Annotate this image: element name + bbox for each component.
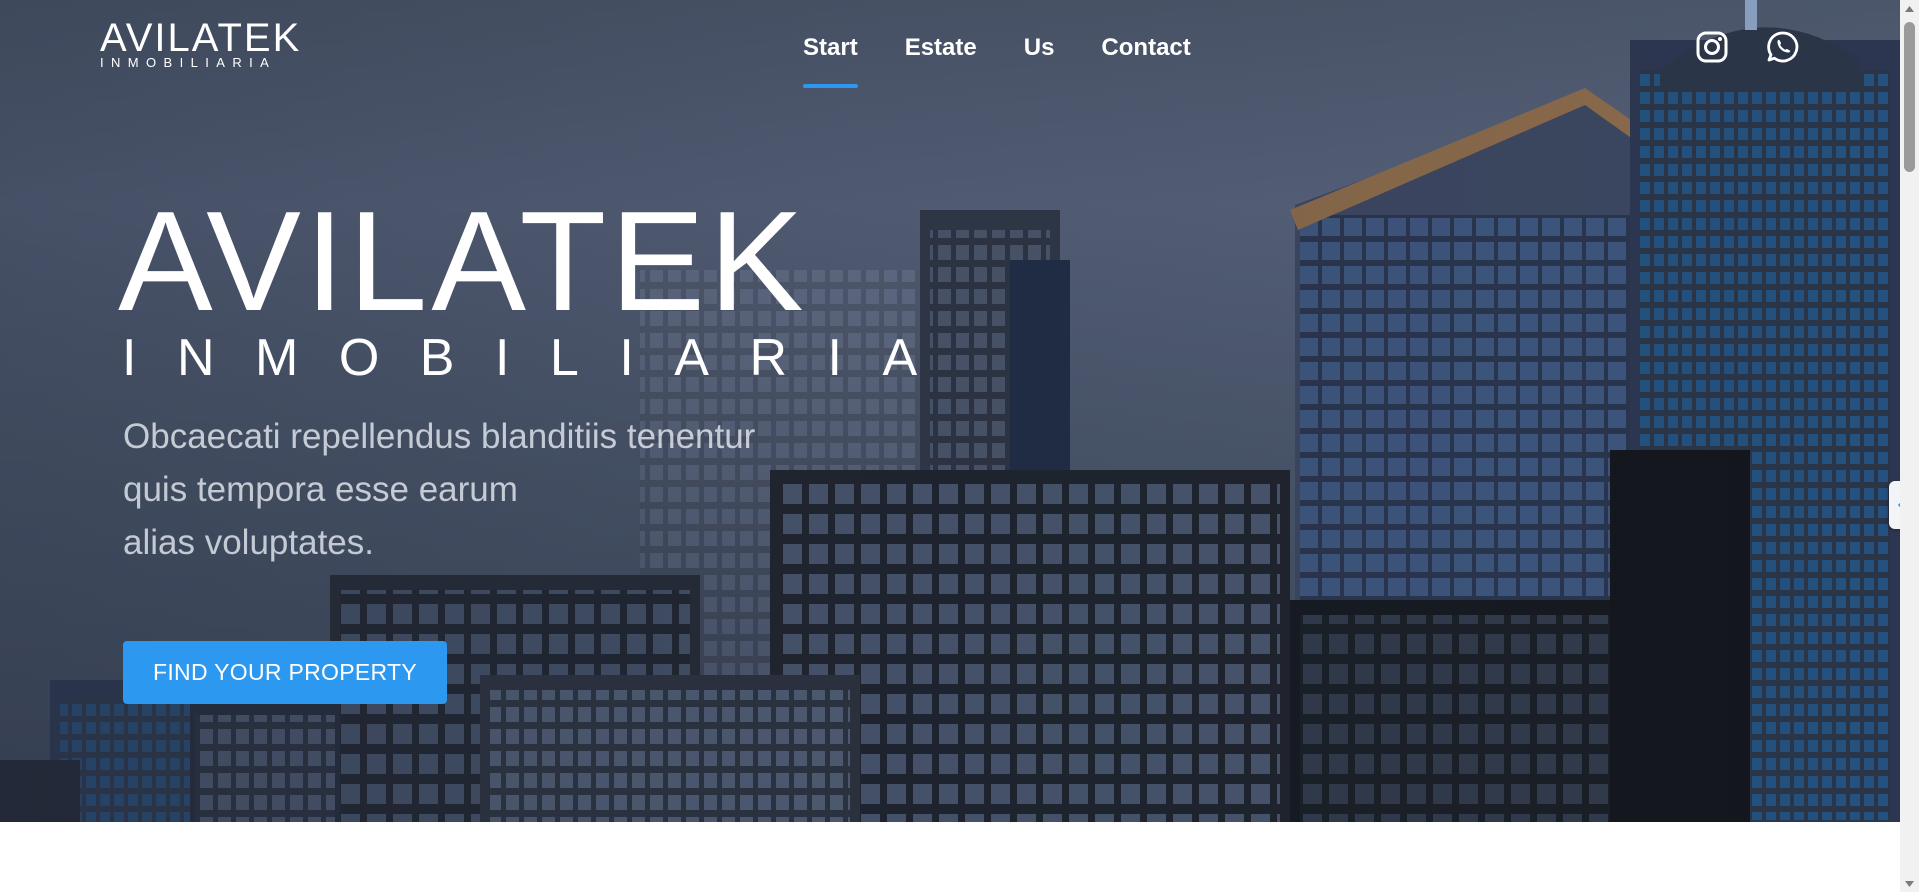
site-header: AVILATEK INMOBILIARIA Start Estate Us Co… [0, 0, 1900, 100]
hero-subtitle: INMOBILIARIA [122, 329, 958, 387]
nav-item-estate[interactable]: Estate [905, 30, 977, 66]
scrollbar[interactable] [1900, 0, 1919, 892]
logo-main-text: AVILATEK [100, 16, 302, 60]
nav-item-start[interactable]: Start [803, 30, 858, 88]
hero-section: AVILATEK INMOBILIARIA Start Estate Us Co… [0, 0, 1900, 822]
scroll-down-arrow-icon[interactable] [1900, 875, 1919, 892]
main-nav: Start Estate Us Contact [803, 30, 1238, 88]
nav-item-contact[interactable]: Contact [1101, 30, 1190, 66]
find-property-button[interactable]: FIND YOUR PROPERTY [123, 641, 447, 704]
page: AVILATEK INMOBILIARIA Start Estate Us Co… [0, 0, 1919, 892]
hero-description-line: alias voluptates. [123, 523, 374, 562]
instagram-icon[interactable] [1695, 30, 1729, 64]
whatsapp-icon[interactable] [1766, 30, 1800, 64]
hero-description: Obcaecati repellendus blanditiis tenentu… [123, 410, 903, 569]
scroll-up-arrow-icon[interactable] [1900, 0, 1919, 17]
hero-description-line: Obcaecati repellendus blanditiis tenentu… [123, 417, 756, 456]
logo-sub-text: INMOBILIARIA [100, 55, 277, 70]
hero-title: AVILATEK [118, 182, 808, 341]
hero-description-line: quis tempora esse earum [123, 470, 518, 509]
logo[interactable]: AVILATEK INMOBILIARIA [100, 18, 301, 70]
scroll-thumb[interactable] [1904, 22, 1915, 172]
nav-item-us[interactable]: Us [1024, 30, 1055, 66]
